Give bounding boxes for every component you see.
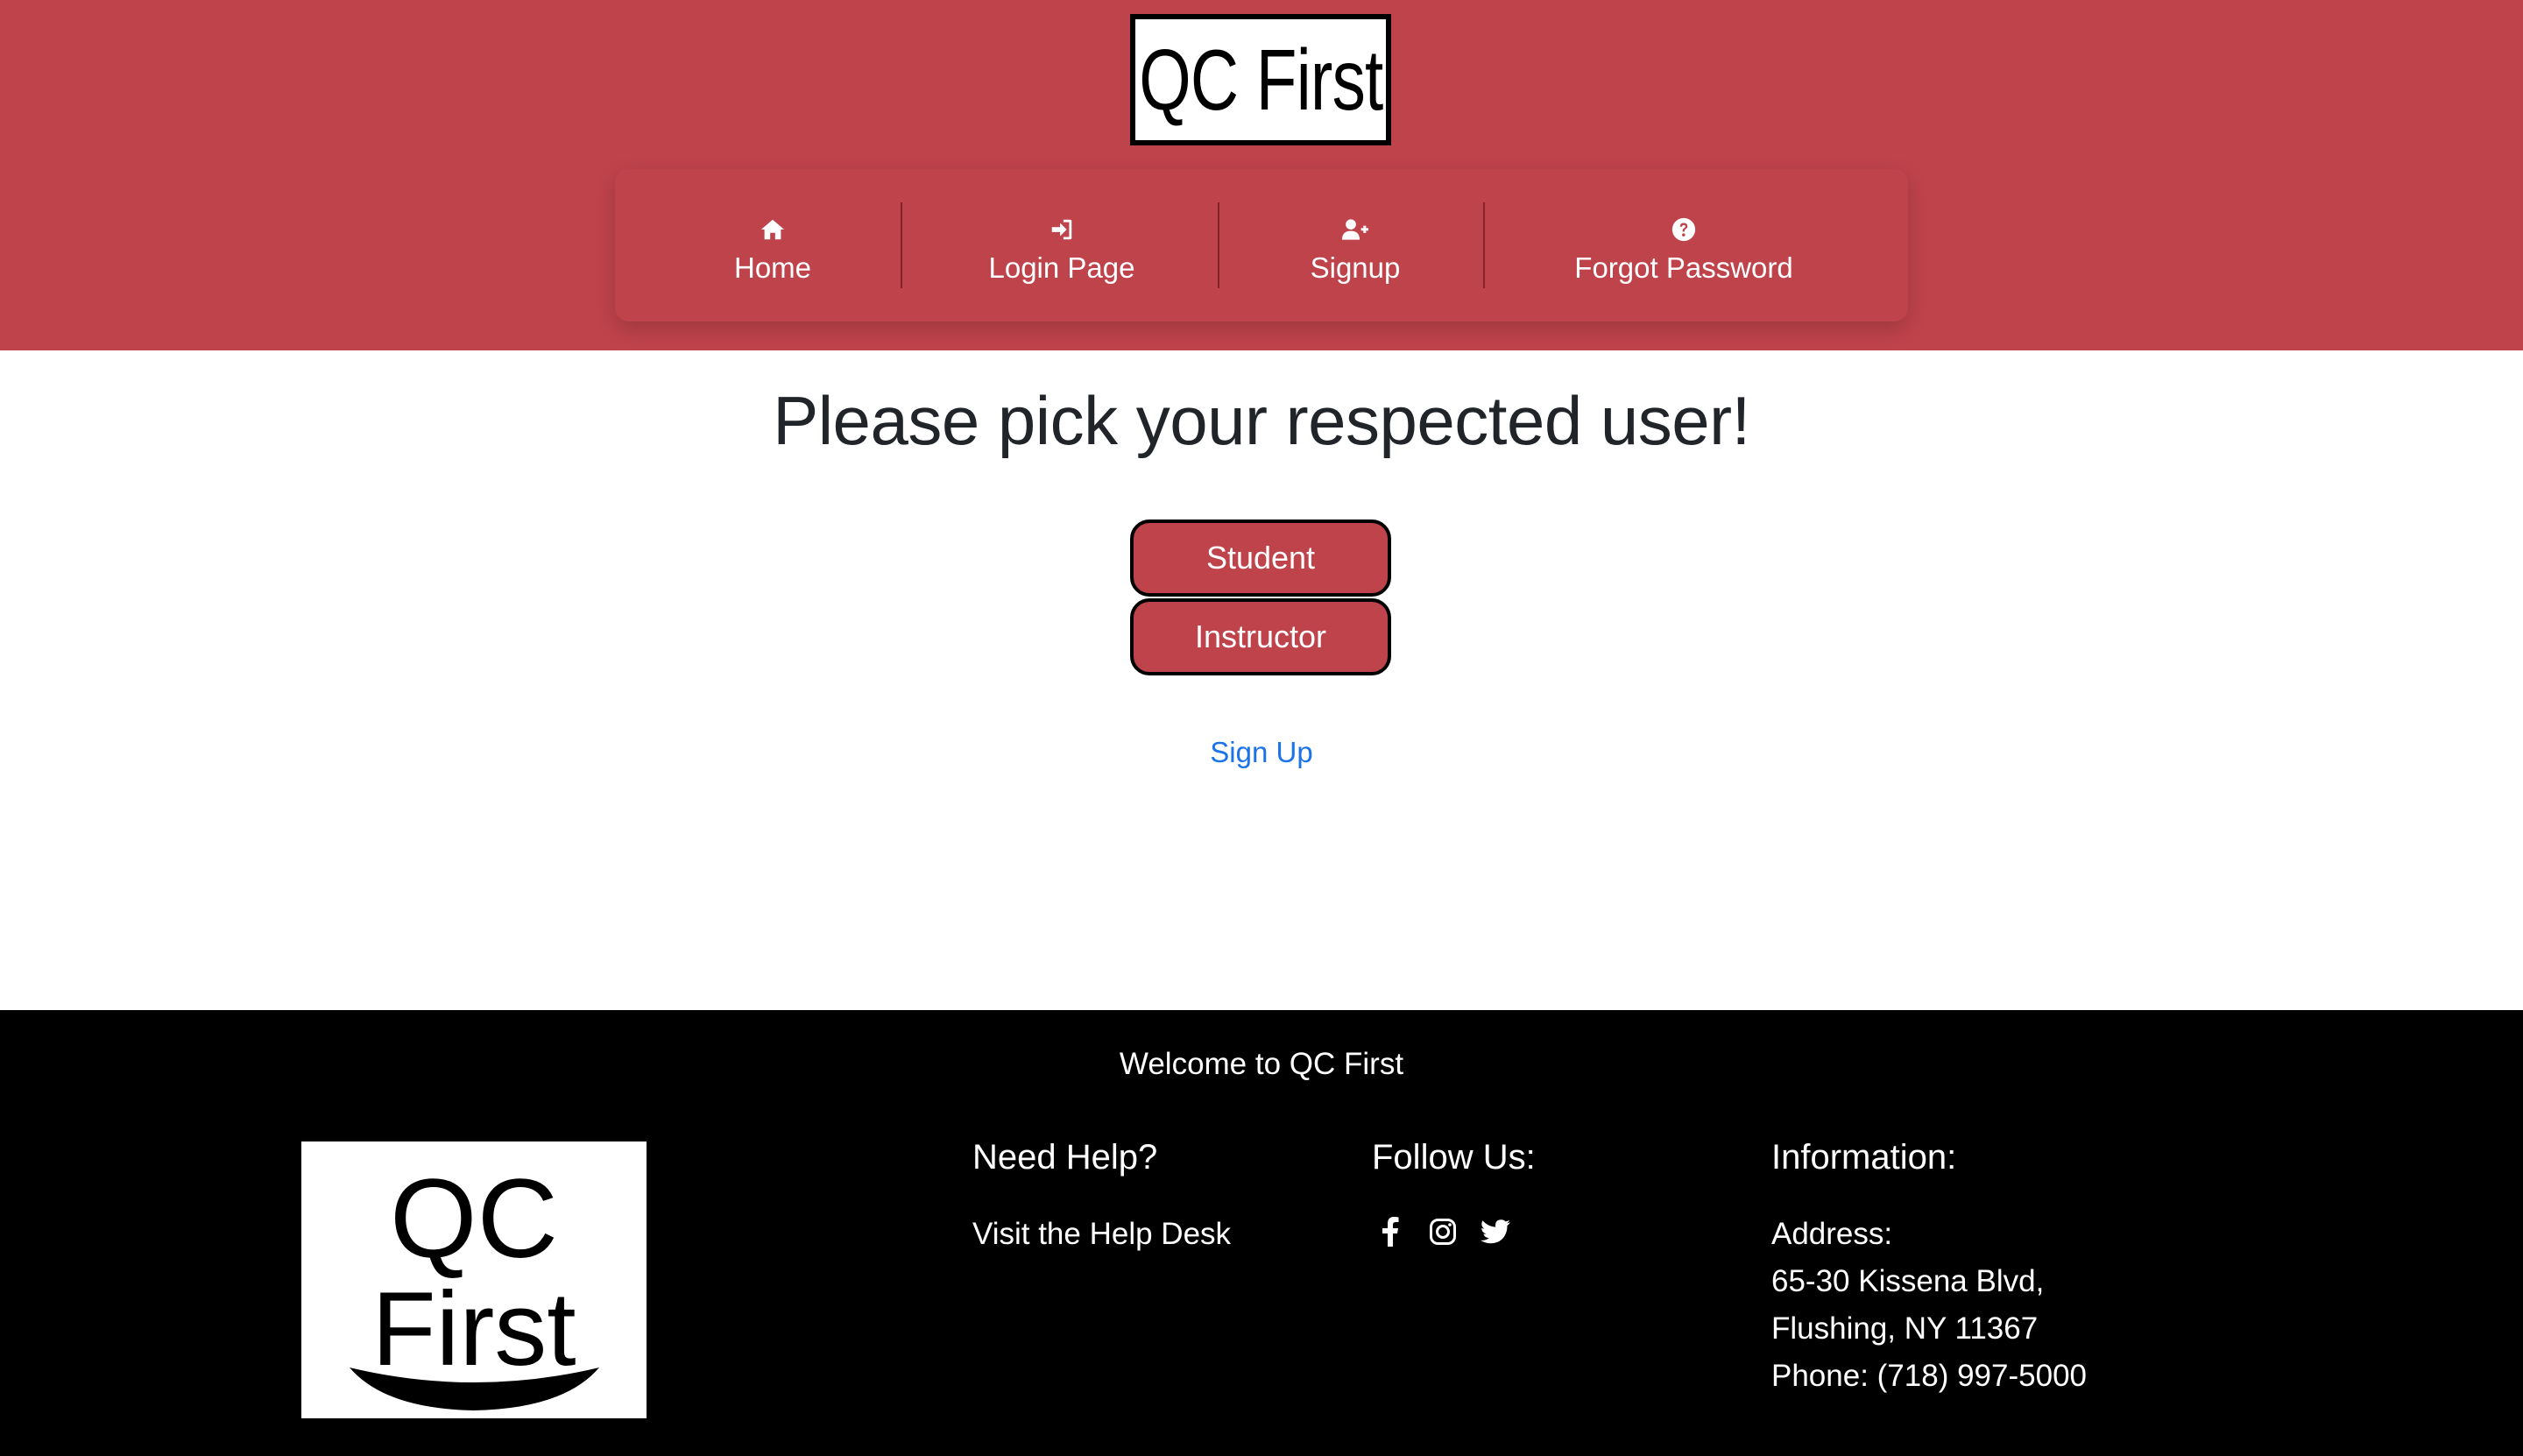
twitter-icon[interactable] — [1479, 1215, 1512, 1248]
help-heading: Need Help? — [972, 1138, 1158, 1177]
site-footer: Welcome to QC First QC First Need Help? … — [0, 1010, 2523, 1456]
main-nav: Home Login Page Signup Forgot Password — [615, 169, 1908, 322]
help-desk-link[interactable]: Visit the Help Desk — [972, 1211, 1231, 1258]
instructor-button[interactable]: Instructor — [1130, 598, 1391, 675]
nav-divider — [1218, 202, 1219, 288]
address-line-2: Flushing, NY 11367 — [1771, 1311, 2039, 1346]
site-logo[interactable]: QC First — [1130, 14, 1391, 145]
nav-item-signup[interactable]: Signup — [1228, 169, 1482, 322]
nav-label-login-page: Login Page — [988, 251, 1135, 284]
facebook-icon[interactable] — [1374, 1215, 1407, 1248]
footer-welcome: Welcome to QC First — [1119, 1047, 1404, 1081]
user-plus-icon — [1342, 218, 1368, 240]
nav-label-forgot-password: Forgot Password — [1574, 251, 1793, 284]
follow-heading: Follow Us: — [1372, 1138, 1536, 1177]
question-circle-icon — [1671, 217, 1696, 241]
nav-divider — [1483, 202, 1485, 288]
student-button[interactable]: Student — [1130, 519, 1391, 597]
instagram-icon[interactable] — [1426, 1215, 1459, 1248]
site-header: QC First Home Login Page Signup Forgot P… — [0, 0, 2523, 350]
footer-logo-line2: First — [371, 1270, 576, 1388]
social-links — [1374, 1215, 1512, 1248]
footer-logo-line1: QC — [390, 1156, 558, 1282]
address-label: Address: — [1771, 1217, 1893, 1251]
logo-text: QC First — [1138, 32, 1383, 128]
footer-logo-graphic: QC First — [350, 1156, 599, 1410]
nav-divider — [901, 202, 902, 288]
info-heading: Information: — [1771, 1138, 1957, 1177]
address-line-1: 65-30 Kissena Blvd, — [1771, 1264, 2045, 1298]
sign-in-icon — [1051, 219, 1072, 239]
nav-item-home[interactable]: Home — [668, 169, 878, 322]
page-title: Please pick your respected user! — [773, 382, 1750, 459]
nav-label-home: Home — [733, 251, 812, 284]
nav-item-forgot-password[interactable]: Forgot Password — [1491, 169, 1876, 322]
phone-number: Phone: (718) 997-5000 — [1771, 1359, 2087, 1393]
footer-logo: QC First — [301, 1141, 647, 1418]
home-icon — [760, 219, 785, 239]
nav-label-signup: Signup — [1310, 251, 1401, 284]
sign-up-link[interactable]: Sign Up — [0, 736, 2523, 769]
nav-item-login-page[interactable]: Login Page — [913, 169, 1211, 322]
